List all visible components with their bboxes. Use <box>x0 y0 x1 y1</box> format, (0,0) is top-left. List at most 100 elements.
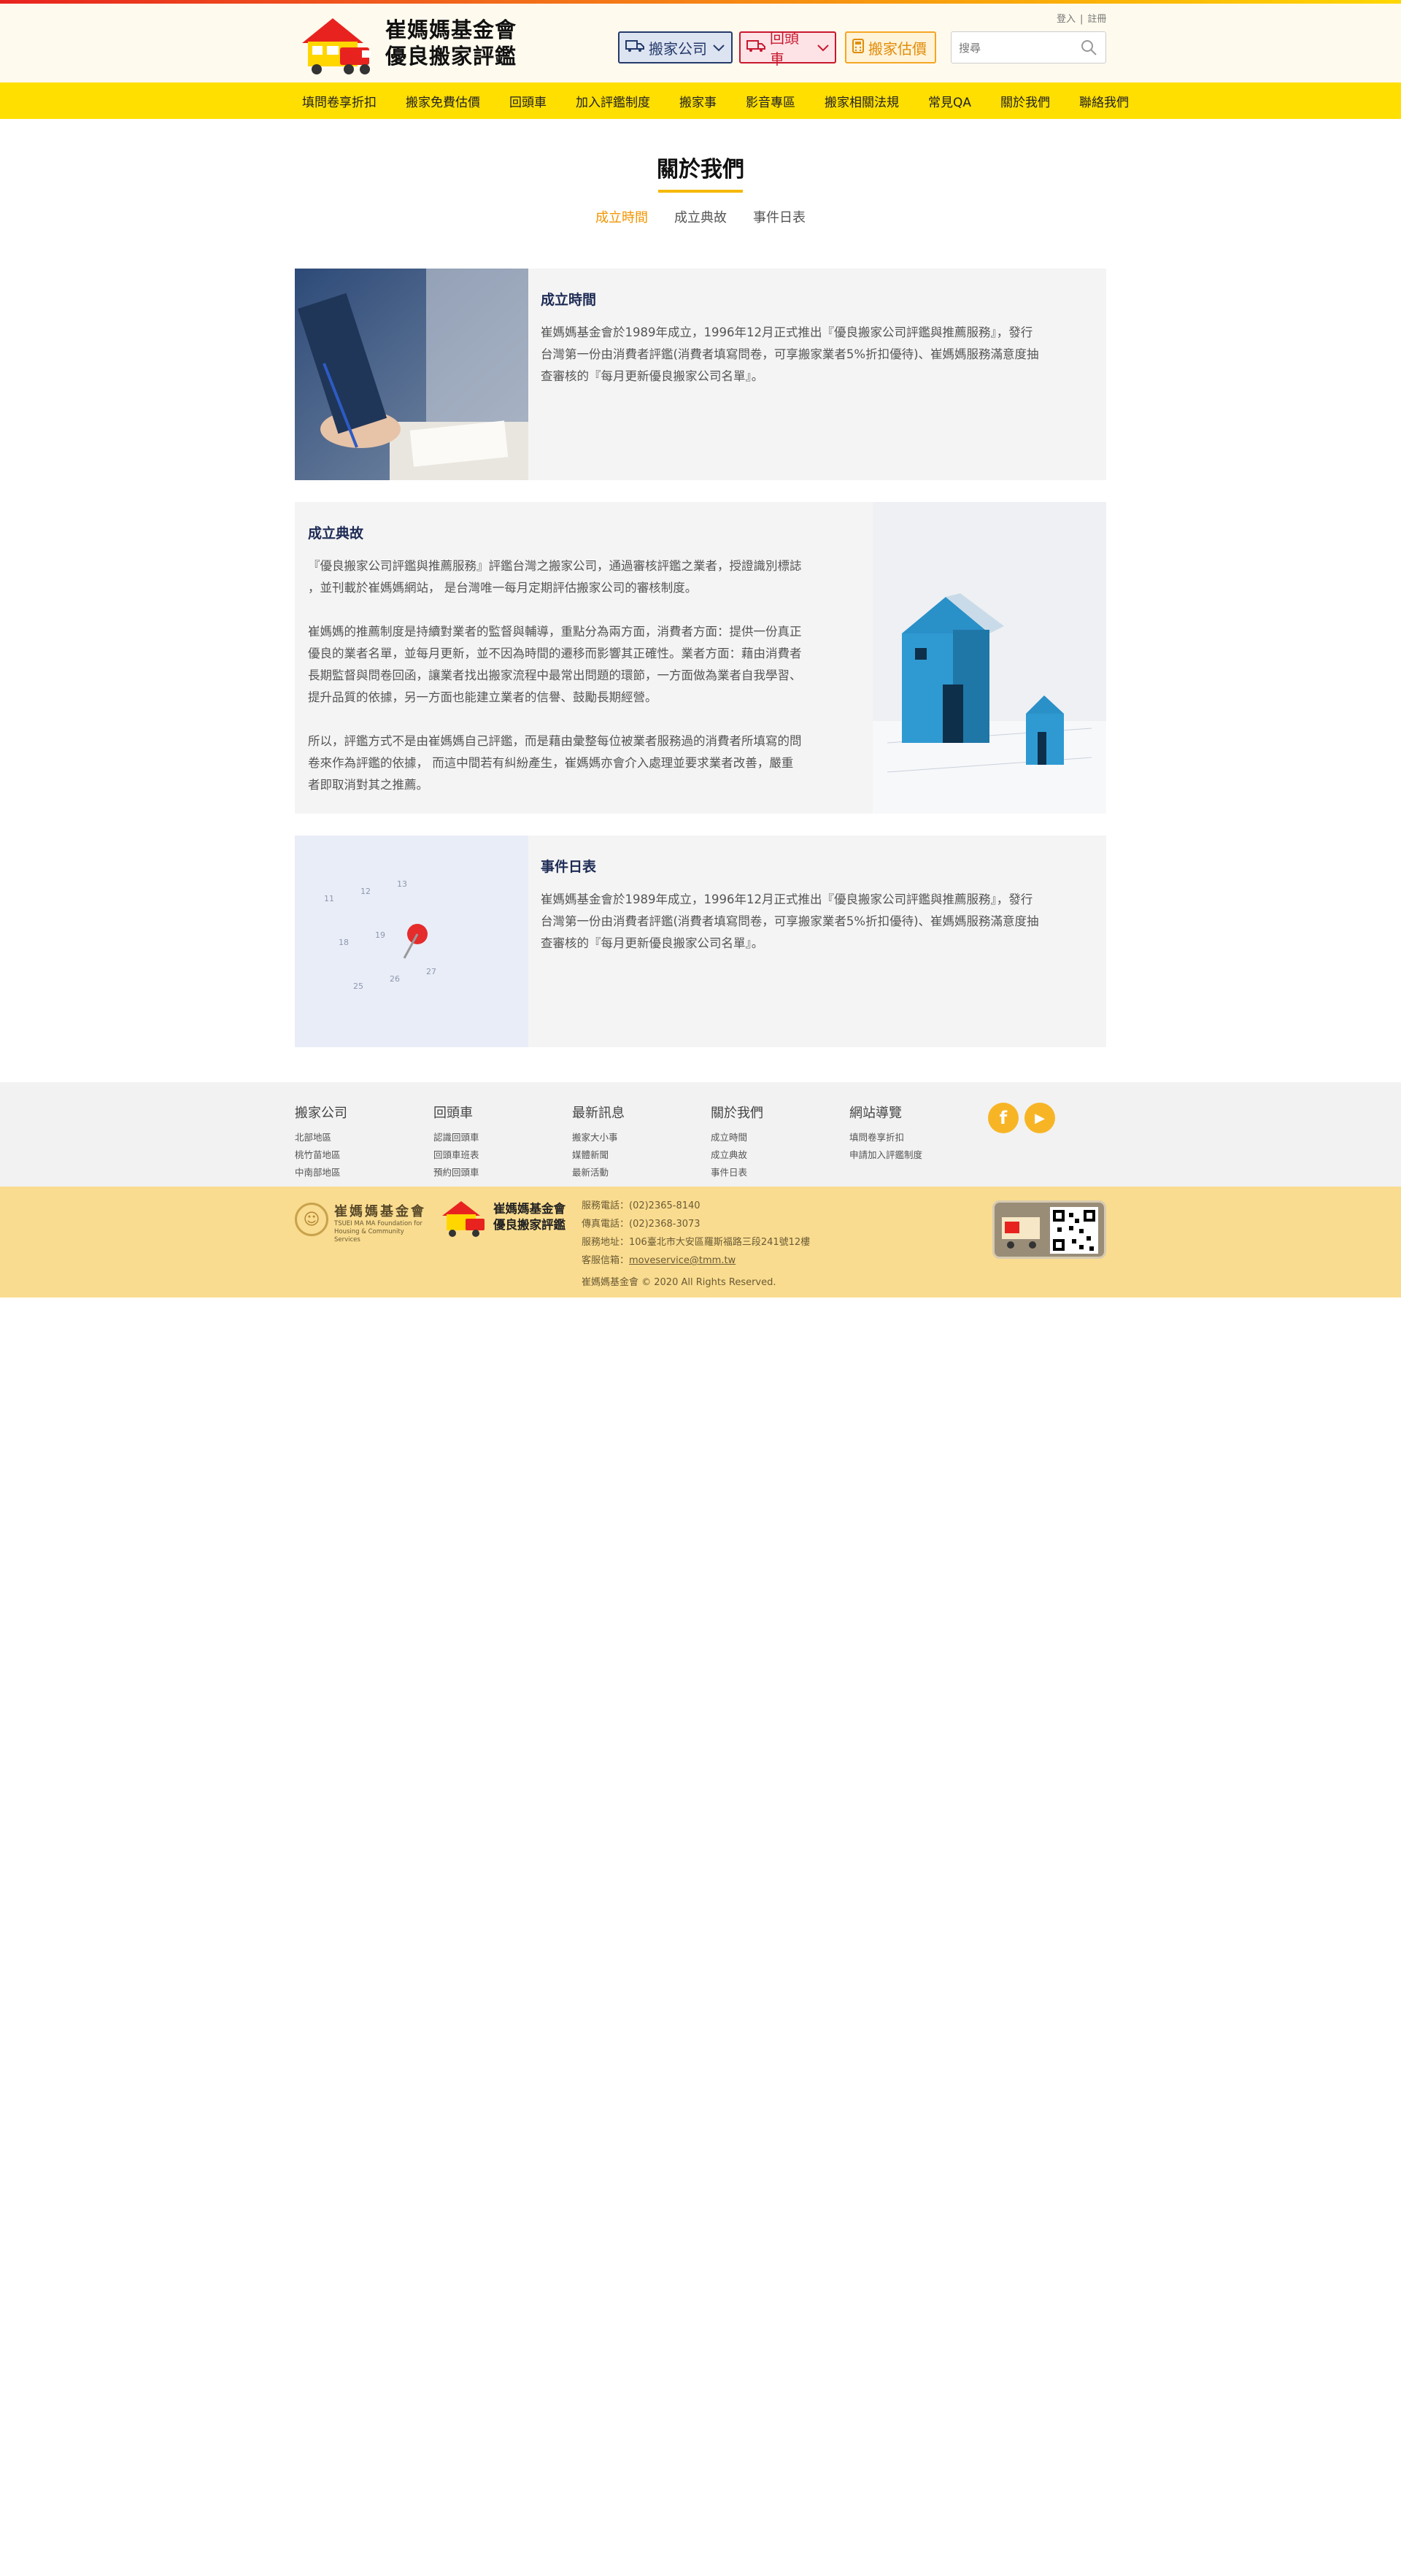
footer-site-logo[interactable]: 崔媽媽基金會 優良搬家評鑑 <box>439 1198 571 1242</box>
founding-story-card: 成立典故 『優良搬家公司評鑑與推薦服務』評鑑台灣之搬家公司，通過審核評鑑之業者，… <box>295 502 1106 814</box>
footer-link[interactable]: 北部地區 <box>295 1129 347 1146</box>
card-body: 崔媽媽基金會於1989年成立，1996年12月正式推出『優良搬家公司評鑑與推薦服… <box>541 325 1039 383</box>
founding-time-text: 成立時間 崔媽媽基金會於1989年成立，1996年12月正式推出『優良搬家公司評… <box>541 289 1095 387</box>
about-subtabs: 成立時間 成立典故 事件日表 <box>0 207 1401 226</box>
card-title: 事件日表 <box>541 859 597 875</box>
footer-link[interactable]: 桃竹苗地區 <box>295 1146 347 1164</box>
svg-text:18: 18 <box>339 938 349 947</box>
login-link[interactable]: 登入 <box>1057 14 1076 25</box>
nav-item-join-evaluation[interactable]: 加入評鑑制度 <box>561 92 665 110</box>
youtube-icon[interactable]: ▶ <box>1024 1103 1055 1133</box>
footer-col-title[interactable]: 最新訊息 <box>572 1103 625 1122</box>
footer-col-sitemap: 網站導覽 填問卷享折扣 申請加入評鑑制度 <box>849 1103 922 1164</box>
moving-estimate-button[interactable]: 搬家估價 <box>845 31 936 63</box>
footer-col-title[interactable]: 網站導覽 <box>849 1103 922 1122</box>
nav-item-moving-news[interactable]: 搬家事 <box>665 92 731 110</box>
title-underline <box>658 190 743 193</box>
house-truck-logo-icon <box>442 1201 485 1237</box>
tab-event-timeline[interactable]: 事件日表 <box>753 207 806 226</box>
footer-link[interactable]: 預約回頭車 <box>433 1164 479 1181</box>
email-label: 客服信箱： <box>582 1255 630 1266</box>
svg-text:13: 13 <box>397 879 407 889</box>
search-icon[interactable] <box>1079 38 1098 57</box>
writing-hand-image <box>295 269 528 480</box>
footer-link[interactable]: 搬家大小事 <box>572 1129 625 1146</box>
footer-link[interactable]: 認識回頭車 <box>433 1129 479 1146</box>
fax-number: 傳真電話：(02)2368-3073 <box>582 1219 700 1230</box>
tab-founding-time[interactable]: 成立時間 <box>595 207 648 226</box>
footer-col-moving-company: 搬家公司 北部地區 桃竹苗地區 中南部地區 <box>295 1103 347 1181</box>
facebook-icon[interactable]: f <box>988 1103 1019 1133</box>
service-email-row: 客服信箱：moveservice@tmm.tw <box>582 1252 810 1270</box>
copyright: 崔媽媽基金會 © 2020 All Rights Reserved. <box>582 1277 776 1288</box>
footer-link[interactable]: 成立典故 <box>711 1146 763 1164</box>
card-body: 崔媽媽基金會於1989年成立，1996年12月正式推出『優良搬家公司評鑑與推薦服… <box>541 892 1039 950</box>
svg-text:26: 26 <box>390 974 400 984</box>
main-nav: 填問卷享折扣 搬家免費估價 回頭車 加入評鑑制度 搬家事 影音專區 搬家相關法規… <box>0 82 1401 119</box>
card-title: 成立時間 <box>541 292 597 308</box>
calculator-icon <box>852 38 864 57</box>
site-header: 崔媽媽基金會 優良搬家評鑑 登入 | 註冊 搬家公司 回頭車 搬家估價 <box>0 4 1401 82</box>
auth-separator: | <box>1080 14 1084 25</box>
footer-col-title[interactable]: 搬家公司 <box>295 1103 347 1122</box>
service-address: 服務地址：106臺北市大安區羅斯福路三段241號12樓 <box>582 1237 811 1248</box>
svg-text:19: 19 <box>375 930 385 940</box>
footer-link[interactable]: 回頭車班表 <box>433 1146 479 1164</box>
moving-company-label: 搬家公司 <box>649 39 707 58</box>
footer-sitemap: 搬家公司 北部地區 桃竹苗地區 中南部地區 回頭車 認識回頭車 回頭車班表 預約… <box>0 1082 1401 1187</box>
service-phone: 服務電話：(02)2365-8140 <box>582 1200 700 1211</box>
footer-info: ☺ 崔媽媽基金會 TSUEI MA MA Foundation for Hous… <box>0 1187 1401 1297</box>
footer-link[interactable]: 媒體新聞 <box>572 1146 625 1164</box>
card-body: 『優良搬家公司評鑑與推薦服務』評鑑台灣之搬家公司，通過審核評鑑之業者，授證識別標… <box>308 559 802 792</box>
logo-title: 崔媽媽基金會 優良搬家評鑑 <box>385 18 517 69</box>
truck-icon <box>746 39 765 56</box>
footer-col-news: 最新訊息 搬家大小事 媒體新聞 最新活動 <box>572 1103 625 1181</box>
register-link[interactable]: 註冊 <box>1087 14 1106 25</box>
nav-item-return-truck[interactable]: 回頭車 <box>495 92 561 110</box>
nav-item-contact[interactable]: 聯絡我們 <box>1065 92 1143 110</box>
chevron-down-icon <box>817 41 829 55</box>
moving-company-dropdown[interactable]: 搬家公司 <box>618 31 733 63</box>
footer-col-title[interactable]: 關於我們 <box>711 1103 763 1122</box>
founding-story-text: 成立典故 『優良搬家公司評鑑與推薦服務』評鑑台灣之搬家公司，通過審核評鑑之業者，… <box>308 522 862 796</box>
footer-link[interactable]: 成立時間 <box>711 1129 763 1146</box>
qr-code-badge[interactable] <box>992 1200 1106 1259</box>
nav-item-faq[interactable]: 常見QA <box>914 92 986 110</box>
nav-item-regulations[interactable]: 搬家相關法規 <box>810 92 914 110</box>
calendar-pin-image: 111213 181920 252627 <box>295 836 528 1047</box>
founding-time-card: 成立時間 崔媽媽基金會於1989年成立，1996年12月正式推出『優良搬家公司評… <box>295 269 1106 480</box>
blue-houses-image <box>873 502 1106 814</box>
nav-item-about[interactable]: 關於我們 <box>986 92 1065 110</box>
svg-text:11: 11 <box>324 894 334 903</box>
tab-founding-story[interactable]: 成立典故 <box>674 207 727 226</box>
return-truck-dropdown[interactable]: 回頭車 <box>739 29 836 68</box>
house-truck-logo-icon <box>302 18 371 74</box>
return-truck-label: 回頭車 <box>770 29 799 68</box>
truck-icon <box>625 39 644 56</box>
footer-link[interactable]: 申請加入評鑑制度 <box>849 1146 922 1164</box>
footer-link[interactable]: 事件日表 <box>711 1164 763 1181</box>
auth-links: 登入 | 註冊 <box>1054 11 1108 25</box>
footer-logo-text: 崔媽媽基金會 優良搬家評鑑 <box>493 1202 566 1232</box>
nav-item-free-estimate[interactable]: 搬家免費估價 <box>391 92 495 110</box>
foundation-name: 崔媽媽基金會 <box>334 1204 426 1219</box>
chevron-down-icon <box>713 41 725 55</box>
footer-link[interactable]: 填問卷享折扣 <box>849 1129 922 1146</box>
foundation-logo[interactable]: ☺ 崔媽媽基金會 TSUEI MA MA Foundation for Hous… <box>295 1200 426 1243</box>
card-title: 成立典故 <box>308 525 364 541</box>
email-link[interactable]: moveservice@tmm.tw <box>629 1255 736 1266</box>
footer-link[interactable]: 中南部地區 <box>295 1164 347 1181</box>
event-timeline-card: 111213 181920 252627 事件日表 崔媽媽基金會於1989年成立… <box>295 836 1106 1047</box>
footer-link[interactable]: 最新活動 <box>572 1164 625 1181</box>
footer-col-title[interactable]: 回頭車 <box>433 1103 479 1122</box>
delivery-truck-icon <box>1002 1217 1040 1249</box>
contact-info: 服務電話：(02)2365-8140 傳真電話：(02)2368-3073 服務… <box>582 1197 810 1270</box>
search-box <box>951 31 1106 63</box>
moving-estimate-label: 搬家估價 <box>868 39 927 58</box>
site-logo[interactable]: 崔媽媽基金會 優良搬家評鑑 <box>295 14 521 77</box>
search-input[interactable] <box>959 39 1076 57</box>
nav-item-video[interactable]: 影音專區 <box>731 92 810 110</box>
svg-text:12: 12 <box>360 887 371 896</box>
qr-code-icon <box>1050 1207 1098 1254</box>
nav-item-survey-discount[interactable]: 填問卷享折扣 <box>295 92 391 110</box>
